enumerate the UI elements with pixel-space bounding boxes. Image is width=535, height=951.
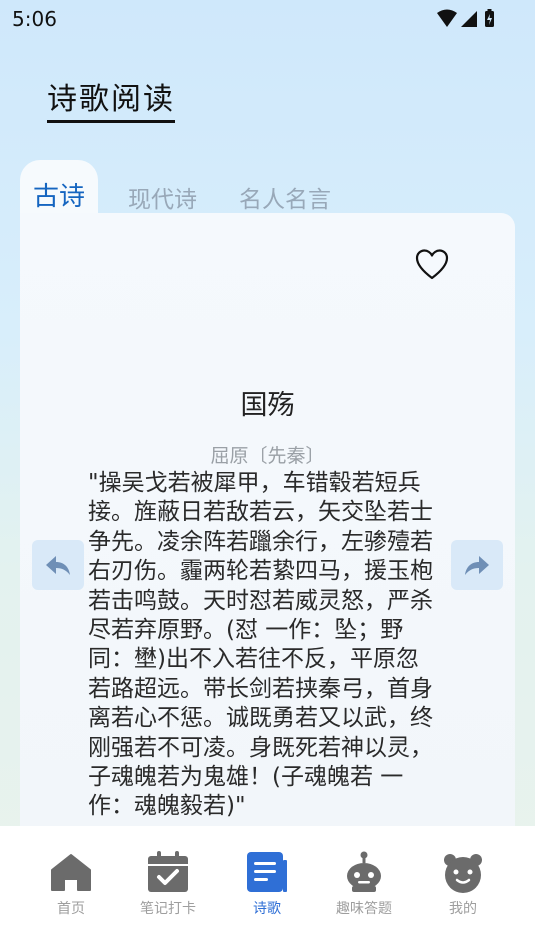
previous-poem-button[interactable] (32, 540, 84, 590)
nav-label-home: 首页 (57, 901, 85, 917)
reply-arrow-icon (46, 556, 70, 575)
nav-label-poetry: 诗歌 (253, 901, 281, 917)
forward-arrow-icon (465, 556, 489, 575)
nav-item-home[interactable]: 首页 (26, 850, 116, 918)
page-title: 诗歌阅读 (47, 74, 175, 123)
nav-item-quiz[interactable]: 趣味答题 (319, 850, 409, 918)
nav-item-poetry[interactable]: 诗歌 (222, 850, 312, 918)
home-icon (51, 854, 91, 891)
favorite-heart-icon[interactable] (414, 247, 450, 283)
nav-label-quiz: 趣味答题 (336, 901, 392, 917)
nav-item-mine[interactable]: 我的 (418, 850, 508, 918)
wifi-icon (437, 9, 457, 27)
poem-author: 屈原〔先秦〕 (210, 445, 325, 467)
bottom-navigation: 首页 笔记打卡 诗歌 趣味答题 我的 (0, 826, 535, 951)
document-icon (247, 852, 287, 892)
nav-item-notes-checkin[interactable]: 笔记打卡 (123, 850, 213, 918)
calendar-check-icon (148, 851, 188, 892)
status-icons (437, 9, 494, 27)
nav-label-notes-checkin: 笔记打卡 (140, 901, 196, 917)
nav-label-mine: 我的 (449, 901, 477, 917)
signal-icon (461, 11, 477, 27)
tab-ancient-poem[interactable]: 古诗 (20, 160, 98, 216)
status-time: 5:06 (12, 7, 57, 31)
poem-card: 国殇 屈原〔先秦〕 "操吴戈若被犀甲，车错毂若短兵接。旌蔽日若敌若云，矢交坠若士… (20, 213, 515, 873)
poem-title: 国殇 (240, 390, 295, 421)
poem-body: "操吴戈若被犀甲，车错毂若短兵接。旌蔽日若敌若云，矢交坠若士争先。凌余阵若躐余行… (88, 470, 433, 820)
tab-modern-poem[interactable]: 现代诗 (128, 180, 197, 214)
tab-bar: 古诗 现代诗 名人名言 (20, 160, 520, 216)
tab-famous-quotes[interactable]: 名人名言 (239, 180, 331, 214)
bear-face-icon (444, 854, 482, 893)
status-bar: 5:06 (0, 0, 535, 40)
next-poem-button[interactable] (451, 540, 503, 590)
robot-icon (347, 851, 381, 892)
